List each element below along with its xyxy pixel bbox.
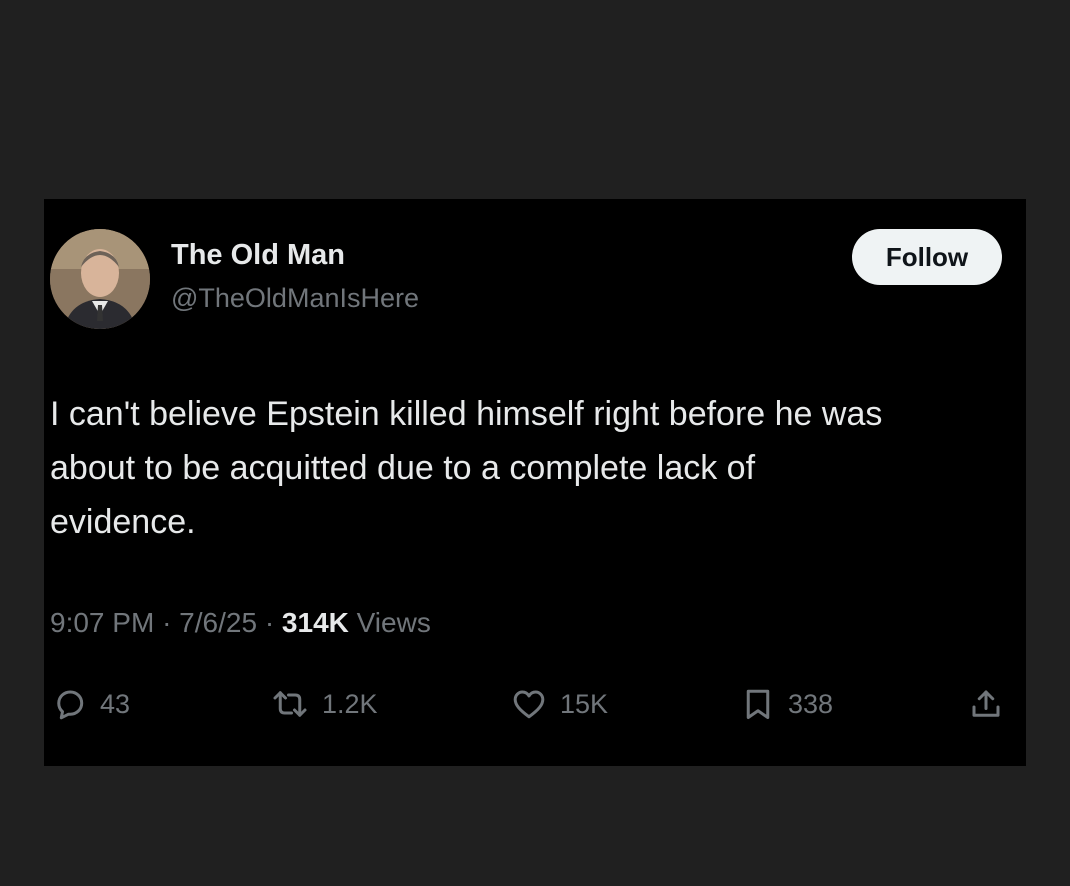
share-button[interactable] [968,679,1004,729]
tweet-meta: 9:07 PM · 7/6/25 · 314K Views [50,607,431,639]
avatar[interactable] [50,229,150,329]
tweet-time[interactable]: 9:07 PM [50,607,154,638]
repost-button[interactable]: 1.2K [270,679,378,729]
repost-icon [270,686,310,722]
author-display-name[interactable]: The Old Man [171,239,345,272]
meta-separator: · [162,607,172,638]
bookmark-button[interactable]: 338 [740,679,833,729]
like-count: 15K [560,688,609,719]
tweet-card: The Old Man @TheOldManIsHere Follow I ca… [44,199,1026,766]
repost-count: 1.2K [322,688,378,719]
reply-button[interactable]: 43 [52,679,130,729]
follow-button[interactable]: Follow [852,229,1002,285]
tweet-actions: 43 1.2K 15K 338 [44,679,1026,729]
bookmark-count: 338 [788,688,834,719]
reply-count: 43 [100,688,131,719]
tweet-text: I can't believe Epstein killed himself r… [50,395,883,541]
heart-icon [510,686,548,722]
views-count: 314K [281,607,349,638]
like-button[interactable]: 15K [510,679,608,729]
bookmark-icon [740,685,776,723]
reply-icon [52,686,88,722]
share-icon [968,686,1004,722]
meta-separator: · [264,607,275,638]
author-handle[interactable]: @TheOldManIsHere [171,283,419,314]
views-label: Views [356,607,431,638]
tweet-date[interactable]: 7/6/25 [179,607,257,638]
